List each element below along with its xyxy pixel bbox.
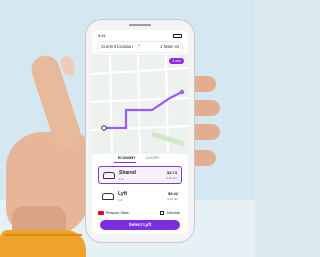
payment-method[interactable]: Personal • Bank <box>106 211 129 215</box>
phone-screen: 9:41 Current location › 1 Main St 3 min … <box>92 30 188 234</box>
credit-card-icon <box>98 211 104 215</box>
route-bar[interactable]: Current location › 1 Main St <box>98 42 182 52</box>
ride-tabs: ECONOMY LUXURY <box>92 154 188 164</box>
battery-icon <box>173 34 182 38</box>
ride-option-seats: 1-4 <box>118 198 123 202</box>
scene: 9:41 Current location › 1 Main St 3 min … <box>0 0 255 257</box>
route-destination[interactable]: 1 Main St <box>160 44 179 49</box>
sleeve-rib <box>4 234 82 236</box>
ride-option-price: $4.74 <box>166 170 177 175</box>
eta-pill: 3 min <box>169 58 184 64</box>
ride-option-name: Lyft <box>118 191 127 197</box>
phone-speaker <box>129 24 151 26</box>
route-origin[interactable]: Current location <box>101 44 133 49</box>
map-graphic <box>92 54 188 154</box>
ride-option-lyft[interactable]: Lyft 1-4 $9.42 3:12 pm <box>98 188 182 206</box>
ride-option-price: $9.42 <box>167 191 178 196</box>
route-map[interactable]: 3 min <box>92 54 188 154</box>
destination-marker <box>179 89 185 95</box>
select-lyft-button[interactable]: Select Lyft <box>100 220 180 230</box>
payment-row[interactable]: Personal • Bank Schedule <box>98 210 182 218</box>
route-line <box>104 91 183 130</box>
status-time: 9:41 <box>98 33 106 38</box>
phone-device: 9:41 Current location › 1 Main St 3 min … <box>86 20 194 242</box>
calendar-icon <box>160 211 164 215</box>
ride-option-eta: 3:15 pm <box>166 176 177 180</box>
car-icon <box>102 193 114 200</box>
car-icon <box>103 172 115 179</box>
arrow-right-icon: › <box>138 43 140 49</box>
ride-option-name: Shared <box>119 170 136 176</box>
tab-economy[interactable]: ECONOMY <box>118 156 136 160</box>
ride-option-eta: 3:12 pm <box>167 197 178 201</box>
tab-indicator <box>114 162 136 163</box>
schedule-link[interactable]: Schedule <box>167 211 180 215</box>
ride-option-seats: 1-2 <box>119 177 124 181</box>
tab-luxury[interactable]: LUXURY <box>146 156 160 160</box>
ride-option-shared[interactable]: Shared 1-2 $4.74 3:15 pm <box>98 166 182 184</box>
origin-marker <box>101 125 107 131</box>
